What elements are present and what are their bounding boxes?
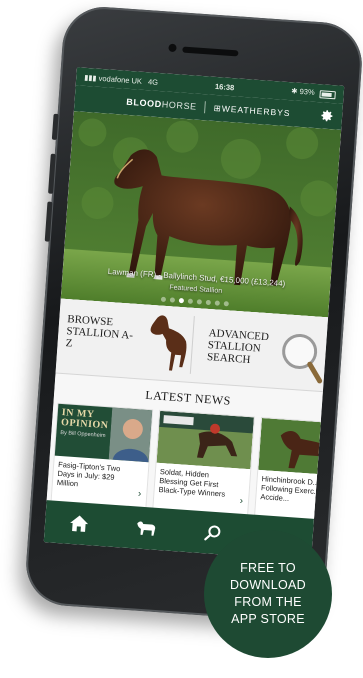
volume-up-button <box>48 153 56 194</box>
news-thumbnail <box>258 417 345 477</box>
home-icon <box>69 515 88 532</box>
carousel-dot[interactable] <box>169 297 176 303</box>
logo-horse-text: HORSE <box>161 99 198 112</box>
app-screen: ▮▮▮ vodafone UK 4G 16:38 ✱ 93% BLOODHORS… <box>43 67 345 561</box>
front-camera <box>168 43 177 53</box>
mute-switch <box>51 113 59 141</box>
battery-icon <box>319 89 336 99</box>
news-card[interactable]: IN MY OPINION By Bill Oppenheim Fasig-Ti… <box>50 402 154 510</box>
carousel-dot[interactable] <box>214 300 220 306</box>
carrier-name: vodafone UK <box>98 73 143 86</box>
download-promo-badge: FREE TO DOWNLOAD FROM THE APP STORE <box>204 530 332 658</box>
promo-line-2: DOWNLOAD <box>229 578 306 592</box>
race-photo <box>156 410 254 470</box>
nav-search[interactable] <box>196 517 228 549</box>
news-thumbnail: IN MY OPINION By Bill Oppenheim <box>54 403 153 463</box>
horse-photo <box>258 417 345 477</box>
nav-home[interactable] <box>63 507 95 539</box>
news-card[interactable]: Soldat, Hidden Blessing Get First Black-… <box>152 409 255 517</box>
bloodhorse-logo[interactable]: BLOODHORSE <box>126 97 197 112</box>
horse-icon <box>150 315 187 371</box>
logo-divider <box>204 101 207 114</box>
chevron-right-icon: › <box>137 488 142 500</box>
carousel-dot-active[interactable] <box>178 297 185 304</box>
carousel-dot[interactable] <box>196 299 203 305</box>
news-headline: Hinchinbrook D... Following Exerc... Acc… <box>260 474 321 504</box>
battery-info: ✱ 93% <box>291 87 336 99</box>
gear-icon[interactable] <box>320 108 335 123</box>
search-icon <box>203 525 220 541</box>
battery-percent: 93% <box>299 87 315 98</box>
phone-device: ▮▮▮ vodafone UK 4G 16:38 ✱ 93% BLOODHORS… <box>23 4 363 624</box>
nav-stallions[interactable] <box>129 512 161 544</box>
featured-stallion-carousel[interactable]: Lawman (FR) - Ballylinch Stud, €15,000 (… <box>60 111 342 318</box>
promo-line-4: APP STORE <box>231 612 305 626</box>
carrier-info: ▮▮▮ vodafone UK 4G <box>84 72 158 86</box>
opinion-title: IN MY OPINION <box>60 407 109 432</box>
promo-line-1: FREE TO <box>240 561 296 575</box>
browse-stallion-button[interactable]: BROWSE STALLION A-Z <box>65 313 137 354</box>
opinion-byline: By Bill Oppenheim <box>60 429 106 440</box>
weatherbys-text: WEATHERBYS <box>221 102 291 118</box>
signal-icon: ▮▮▮ <box>83 72 97 83</box>
earpiece-speaker <box>182 46 239 57</box>
chevron-right-icon: › <box>239 495 244 507</box>
news-thumbnail <box>156 410 254 470</box>
author-photo <box>108 407 153 463</box>
network-type: 4G <box>147 76 159 87</box>
logo-blood-text: BLOOD <box>126 96 163 110</box>
news-headline: Fasig-Tipton's Two Days in July: $29 Mil… <box>56 459 121 489</box>
carousel-dot[interactable] <box>205 299 212 306</box>
status-time: 16:38 <box>214 81 235 92</box>
carousel-dot[interactable] <box>223 301 229 307</box>
news-headline: Soldat, Hidden Blessing Get First Black-… <box>158 467 226 499</box>
bluetooth-icon: ✱ <box>290 86 298 97</box>
advanced-search-button[interactable]: ADVANCED STALLION SEARCH <box>207 327 287 368</box>
horse-icon <box>136 521 155 536</box>
magnifier-icon <box>282 333 323 384</box>
carousel-dot[interactable] <box>160 296 167 303</box>
promo-line-3: FROM THE <box>234 595 302 609</box>
carousel-dot[interactable] <box>187 298 194 304</box>
news-card[interactable]: Hinchinbrook D... Following Exerc... Acc… <box>254 416 345 524</box>
volume-down-button <box>44 201 53 242</box>
weatherbys-logo: ⊞WEATHERBYS <box>213 102 291 118</box>
